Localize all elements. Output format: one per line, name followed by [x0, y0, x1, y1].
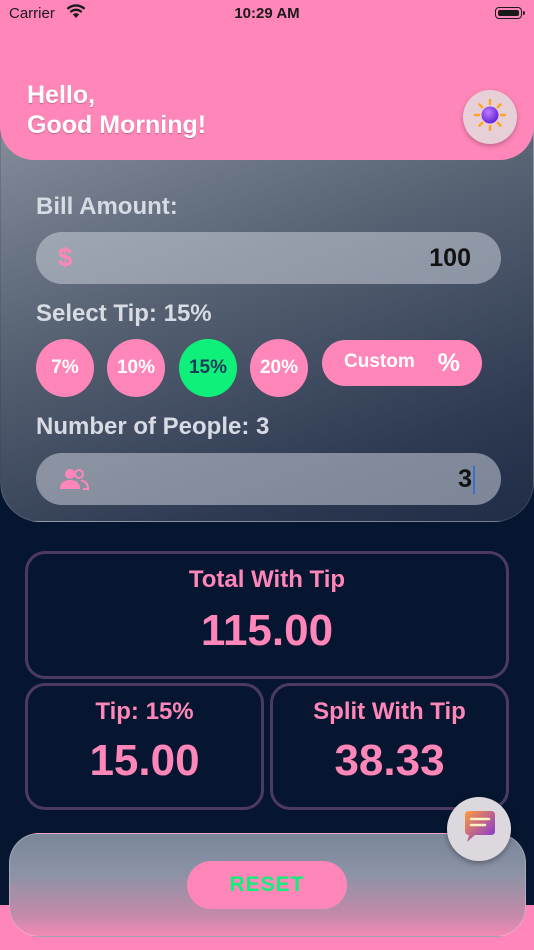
input-card: Bill Amount: $ 100 Select Tip: 15% 7% 10…: [0, 120, 534, 522]
sun-icon: [473, 98, 507, 137]
split-with-tip-value: 38.33: [334, 736, 445, 785]
greeting: Hello, Good Morning!: [27, 80, 206, 140]
tip-option-10[interactable]: 10%: [107, 339, 165, 397]
greeting-line-1: Hello,: [27, 81, 96, 109]
bill-amount-value: 100: [429, 244, 471, 272]
reset-button[interactable]: RESET: [187, 861, 347, 909]
total-with-tip-box: Total With Tip 115.00: [25, 551, 509, 679]
theme-toggle-button[interactable]: [463, 90, 517, 144]
header: Carrier 10:29 AM Hello, Good Morning!: [0, 0, 534, 160]
tip-amount-box: Tip: 15% 15.00: [25, 683, 264, 810]
custom-tip-label: Custom: [344, 351, 415, 372]
tip-amount-title: Tip: 15%: [95, 698, 194, 725]
dollar-icon: $: [58, 242, 73, 272]
greeting-line-2: Good Morning!: [27, 111, 207, 139]
tip-option-20[interactable]: 20%: [250, 339, 308, 397]
split-with-tip-box: Split With Tip 38.33: [270, 683, 509, 810]
number-of-people-input[interactable]: 3: [36, 453, 501, 505]
number-of-people-label: Number of People: 3: [36, 413, 270, 440]
battery-icon: [495, 7, 525, 19]
bill-amount-label: Bill Amount:: [36, 193, 178, 220]
text-caret: [473, 466, 475, 495]
tip-amount-value: 15.00: [89, 736, 200, 785]
select-tip-label: Select Tip: 15%: [36, 300, 212, 327]
status-bar: Carrier 10:29 AM: [0, 0, 534, 30]
people-value: 3: [458, 465, 475, 495]
tip-option-7[interactable]: 7%: [36, 339, 94, 397]
chat-bubble-icon: [459, 807, 499, 852]
total-with-tip-title: Total With Tip: [188, 566, 346, 593]
split-with-tip-title: Split With Tip: [313, 698, 466, 725]
custom-tip-button[interactable]: Custom %: [322, 340, 482, 386]
bill-amount-input[interactable]: $ 100: [36, 232, 501, 284]
chat-button[interactable]: [447, 797, 511, 861]
tip-option-15[interactable]: 15%: [179, 339, 237, 397]
people-icon: [58, 467, 90, 496]
clock: 10:29 AM: [234, 5, 300, 22]
total-with-tip-value: 115.00: [200, 606, 334, 655]
people-count-text: 3: [458, 465, 472, 493]
percent-icon: %: [437, 349, 460, 377]
